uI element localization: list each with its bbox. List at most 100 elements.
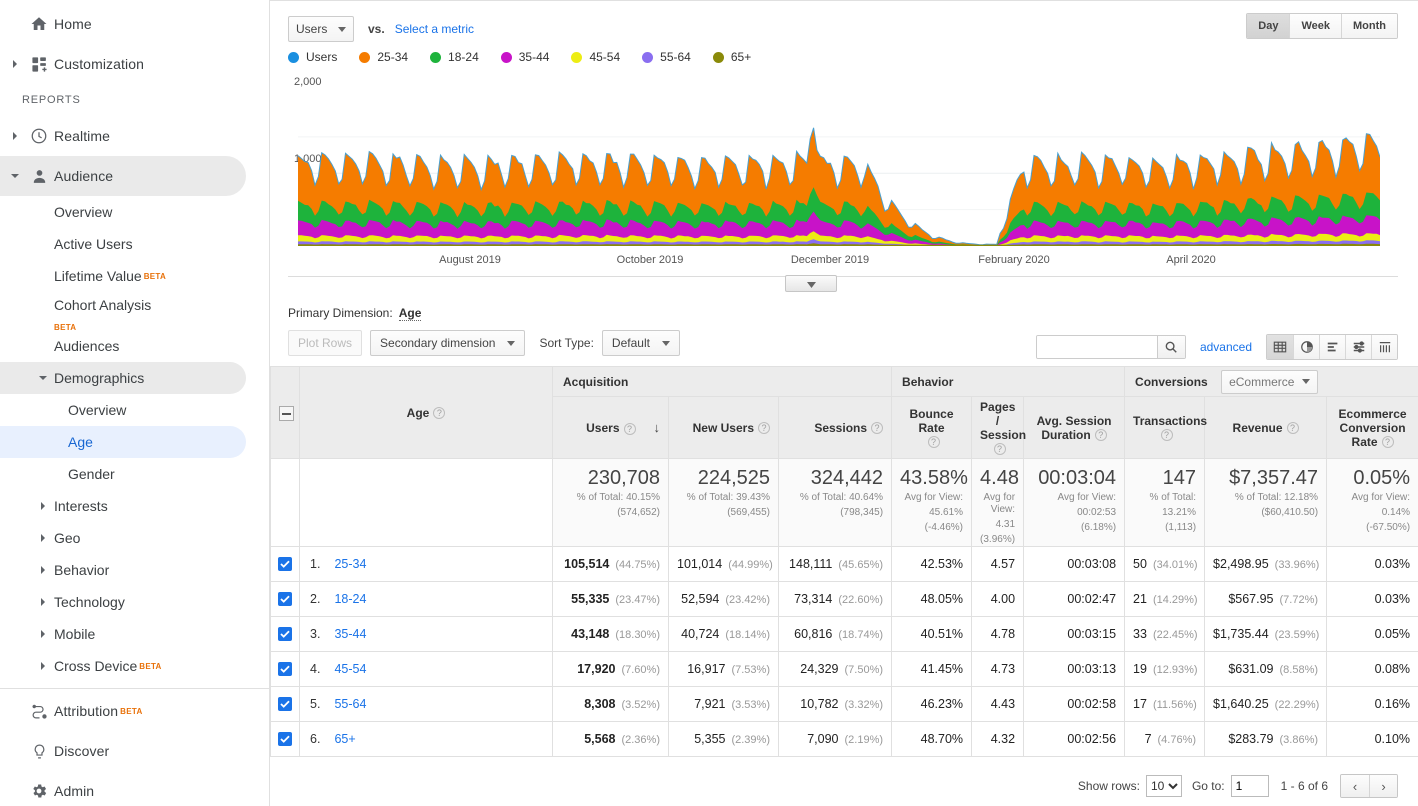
go-to-input[interactable] — [1231, 775, 1269, 797]
sidebar-item-active-users[interactable]: Active Users — [0, 228, 269, 260]
row-checkbox-cell[interactable] — [271, 617, 300, 652]
checkbox-checked-icon[interactable] — [278, 697, 292, 711]
help-icon[interactable]: ? — [1161, 429, 1173, 441]
granularity-day-button[interactable]: Day — [1247, 14, 1289, 38]
help-icon[interactable]: ? — [994, 443, 1006, 455]
metric-select[interactable]: Users — [288, 16, 354, 42]
legend-item-35-44[interactable]: 35-44 — [501, 50, 550, 64]
column-header-avg-session-duration[interactable]: Avg. Session Duration? — [1024, 397, 1125, 459]
sidebar-item-interests[interactable]: Interests — [0, 490, 269, 522]
granularity-month-button[interactable]: Month — [1341, 14, 1397, 38]
show-rows-select[interactable]: 10 — [1146, 775, 1182, 797]
legend-item-25-34[interactable]: 25-34 — [359, 50, 408, 64]
legend-item-55-64[interactable]: 55-64 — [642, 50, 691, 64]
row-dimension-link[interactable]: 55-64 — [334, 697, 366, 711]
sidebar-item-cross-device[interactable]: Cross DeviceBETA — [0, 650, 269, 682]
prev-page-button[interactable]: ‹ — [1341, 775, 1369, 797]
search-input[interactable] — [1037, 336, 1157, 358]
bar-view-icon[interactable] — [1319, 335, 1345, 359]
slider-handle[interactable] — [785, 275, 837, 292]
sidebar-item-audience[interactable]: Audience — [0, 156, 246, 196]
column-header-ecommerce-conversion-rate[interactable]: Ecommerce Conversion Rate? — [1327, 397, 1418, 459]
row-checkbox-cell[interactable] — [271, 652, 300, 687]
row-dimension-link[interactable]: 35-44 — [334, 627, 366, 641]
plot-rows-button[interactable]: Plot Rows — [288, 330, 362, 356]
advanced-link[interactable]: advanced — [1200, 340, 1252, 354]
sidebar-item-admin[interactable]: Admin — [0, 771, 269, 806]
chart-date-slider[interactable] — [288, 276, 1398, 296]
sort-type-select[interactable]: Default — [602, 330, 680, 356]
sidebar-item-age[interactable]: Age — [0, 426, 246, 458]
help-icon[interactable]: ? — [433, 407, 445, 419]
column-header-pages-session[interactable]: Pages / Session? — [972, 397, 1024, 459]
sidebar-item-cohort-analysis[interactable]: Cohort Analysis — [0, 292, 269, 318]
row-dimension-link[interactable]: 25-34 — [334, 557, 366, 571]
sidebar-item-demographics-overview[interactable]: Overview — [0, 394, 269, 426]
collapse-icon[interactable] — [279, 406, 294, 421]
column-header-transactions[interactable]: Transactions? — [1125, 397, 1205, 459]
legend-item-18-24[interactable]: 18-24 — [430, 50, 479, 64]
sidebar-item-discover[interactable]: Discover — [0, 731, 269, 771]
view-type-toggle[interactable] — [1266, 334, 1398, 360]
table-view-icon[interactable] — [1267, 335, 1293, 359]
sidebar-item-home[interactable]: Home — [0, 4, 269, 44]
checkbox-checked-icon[interactable] — [278, 627, 292, 641]
granularity-toggle[interactable]: Day Week Month — [1246, 13, 1398, 39]
help-icon[interactable]: ? — [1287, 422, 1299, 434]
legend-item-45-54[interactable]: 45-54 — [571, 50, 620, 64]
dimension-header[interactable]: Age? — [300, 367, 553, 459]
row-checkbox-cell[interactable] — [271, 582, 300, 617]
table-row[interactable]: 5.55-64 8,308(3.52%) 7,921(3.53%) 10,782… — [271, 687, 1418, 722]
sidebar-item-lifetime-value[interactable]: Lifetime ValueBETA — [0, 260, 269, 292]
column-header-revenue[interactable]: Revenue? — [1205, 397, 1327, 459]
sidebar-item-geo[interactable]: Geo — [0, 522, 269, 554]
search-icon[interactable] — [1157, 336, 1185, 358]
row-dimension-link[interactable]: 45-54 — [334, 662, 366, 676]
help-icon[interactable]: ? — [1382, 436, 1394, 448]
table-row[interactable]: 1.25-34 105,514(44.75%) 101,014(44.99%) … — [271, 547, 1418, 582]
sidebar-item-attribution[interactable]: AttributionBETA — [0, 691, 269, 731]
help-icon[interactable]: ? — [758, 422, 770, 434]
help-icon[interactable]: ? — [1095, 429, 1107, 441]
primary-dimension-value[interactable]: Age — [399, 306, 422, 321]
pagination-controls[interactable]: ‹ › — [1340, 774, 1398, 798]
checkbox-checked-icon[interactable] — [278, 592, 292, 606]
row-dimension-link[interactable]: 65+ — [334, 732, 355, 746]
legend-item-65plus[interactable]: 65+ — [713, 50, 751, 64]
table-row[interactable]: 2.18-24 55,335(23.47%) 52,594(23.42%) 73… — [271, 582, 1418, 617]
sidebar-item-gender[interactable]: Gender — [0, 458, 269, 490]
sidebar-item-audiences[interactable]: Audiences — [0, 330, 269, 362]
checkbox-checked-icon[interactable] — [278, 557, 292, 571]
secondary-dimension-button[interactable]: Secondary dimension — [370, 330, 525, 356]
search-box[interactable] — [1036, 335, 1186, 359]
help-icon[interactable]: ? — [624, 423, 636, 435]
row-checkbox-cell[interactable] — [271, 722, 300, 757]
stacked-area-chart[interactable]: 2,000 1,000 — [288, 74, 1398, 254]
table-row[interactable]: 6.65+ 5,568(2.36%) 5,355(2.39%) 7,090(2.… — [271, 722, 1418, 757]
checkbox-checked-icon[interactable] — [278, 732, 292, 746]
legend-item-users[interactable]: Users — [288, 50, 337, 64]
granularity-week-button[interactable]: Week — [1289, 14, 1341, 38]
conversions-type-select[interactable]: eCommerce — [1221, 370, 1318, 394]
table-row[interactable]: 4.45-54 17,920(7.60%) 16,917(7.53%) 24,3… — [271, 652, 1418, 687]
help-icon[interactable]: ? — [928, 436, 940, 448]
sidebar-item-realtime[interactable]: Realtime — [0, 116, 269, 156]
column-header-bounce-rate[interactable]: Bounce Rate? — [892, 397, 972, 459]
pivot-view-icon[interactable] — [1371, 335, 1397, 359]
sidebar-item-mobile[interactable]: Mobile — [0, 618, 269, 650]
comparison-view-icon[interactable] — [1345, 335, 1371, 359]
table-row[interactable]: 3.35-44 43,148(18.30%) 40,724(18.14%) 60… — [271, 617, 1418, 652]
sidebar-item-demographics[interactable]: Demographics — [0, 362, 246, 394]
row-checkbox-cell[interactable] — [271, 687, 300, 722]
sidebar-item-customization[interactable]: Customization — [0, 44, 269, 84]
pie-view-icon[interactable] — [1293, 335, 1319, 359]
column-header-new-users[interactable]: New Users? — [669, 397, 779, 459]
row-checkbox-cell[interactable] — [271, 547, 300, 582]
column-header-users[interactable]: Users?↓ — [553, 397, 669, 459]
sidebar-item-technology[interactable]: Technology — [0, 586, 269, 618]
checkbox-checked-icon[interactable] — [278, 662, 292, 676]
sidebar-item-behavior[interactable]: Behavior — [0, 554, 269, 586]
column-header-sessions[interactable]: Sessions? — [779, 397, 892, 459]
help-icon[interactable]: ? — [871, 422, 883, 434]
next-page-button[interactable]: › — [1369, 775, 1397, 797]
